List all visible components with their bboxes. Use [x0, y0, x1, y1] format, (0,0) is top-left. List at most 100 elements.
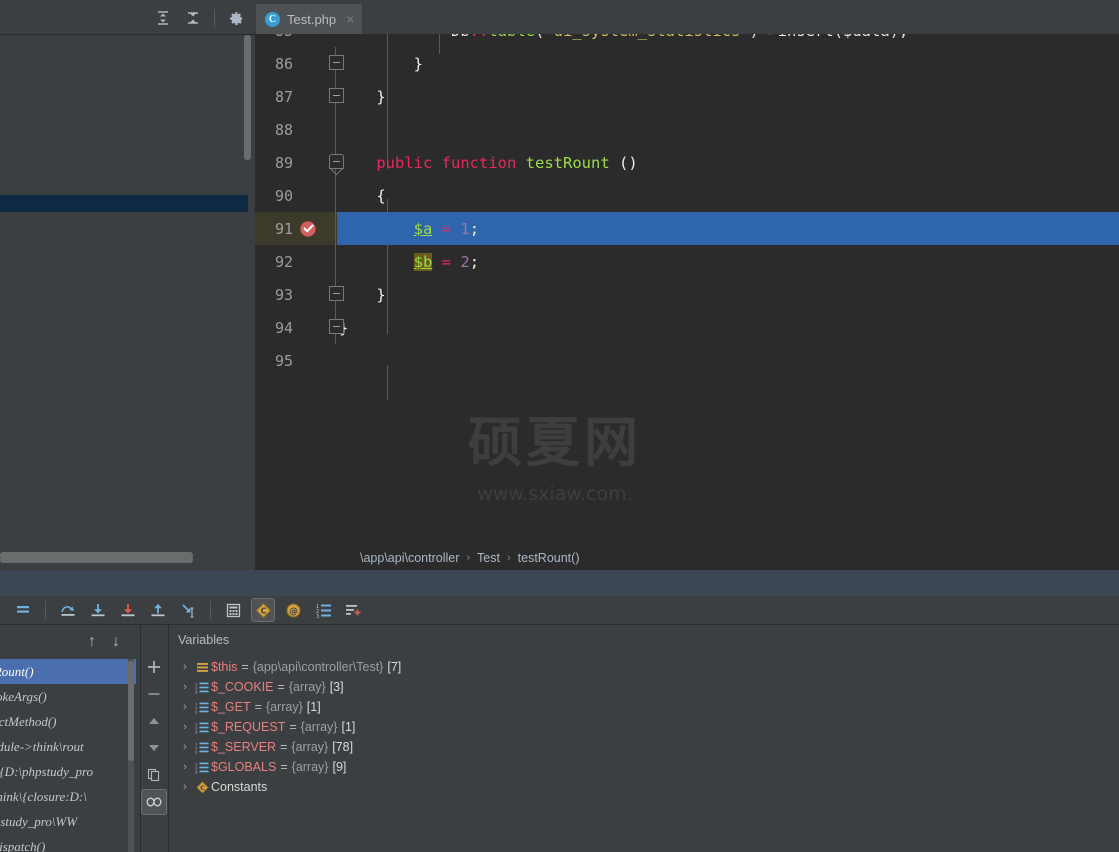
step-over-icon[interactable]: [56, 598, 80, 622]
frame-list-item[interactable]: ware->dispatch(): [0, 834, 136, 852]
editor-horizontal-scrollbar[interactable]: [0, 556, 193, 563]
editor-line[interactable]: 91 $a = 1;: [255, 212, 1119, 245]
close-icon[interactable]: ×: [346, 12, 354, 26]
variables-list[interactable]: › $this = {app\api\controller\Test} [7] › 1 2 3 $…: [169, 655, 1119, 797]
code-fold-toggle[interactable]: [329, 319, 344, 334]
editor-gutter[interactable]: 89: [255, 146, 344, 179]
tab-label: Test.php: [287, 11, 337, 27]
frames-list[interactable]: st->testRount() od->invokeArgs() okeReflec…: [0, 659, 136, 852]
editor-gutter[interactable]: 87: [255, 80, 344, 113]
chevron-right-icon[interactable]: ›: [177, 721, 193, 733]
editor-line[interactable]: 87 }: [255, 80, 1119, 113]
breadcrumb-namespace[interactable]: \app\api\controller: [360, 551, 459, 565]
code-line-text[interactable]: {: [337, 187, 385, 205]
code-line-text[interactable]: }: [337, 88, 385, 106]
code-fold-toggle[interactable]: [329, 286, 344, 301]
chevron-right-icon[interactable]: ›: [177, 661, 193, 673]
editor-line[interactable]: 86 }: [255, 47, 1119, 80]
variable-row[interactable]: › C Constants: [169, 777, 1119, 797]
add-watch-button[interactable]: [141, 654, 167, 680]
collapse-all-icon[interactable]: [180, 5, 206, 31]
breakpoint-icon[interactable]: [299, 219, 318, 238]
variable-count: [7]: [387, 660, 402, 674]
settings-gear-icon[interactable]: [223, 5, 249, 31]
mute-breakpoints-icon[interactable]: @: [281, 598, 305, 622]
tab-test-php[interactable]: C Test.php ×: [256, 4, 363, 34]
chevron-right-icon[interactable]: ›: [177, 781, 193, 793]
code-fold-toggle[interactable]: [329, 55, 344, 70]
frames-scrollbar-thumb[interactable]: [128, 661, 134, 761]
frame-list-item[interactable]: c_array:{D:\phpstudy_pro: [0, 759, 136, 784]
variable-row[interactable]: › 1 2 3 $GLOBALS = {array} [9]: [169, 757, 1119, 777]
editor-gutter[interactable]: 92: [255, 245, 337, 278]
editor-line[interactable]: 88: [255, 113, 1119, 146]
chevron-right-icon[interactable]: ›: [177, 761, 193, 773]
code-fold-toggle[interactable]: [329, 154, 344, 169]
code-line-text[interactable]: public function testRount (): [337, 153, 637, 172]
move-down-button[interactable]: [141, 735, 167, 761]
run-to-cursor-icon[interactable]: [176, 598, 200, 622]
breadcrumb-method[interactable]: testRount(): [518, 551, 580, 565]
frame-list-item[interactable]: :{D:\phpstudy_pro\WW: [0, 809, 136, 834]
editor-line[interactable]: 92 $b = 2;: [255, 245, 1119, 278]
editor-line[interactable]: 89 public function testRount (): [255, 146, 1119, 179]
toolbar-divider: [210, 601, 211, 619]
frame-list-item[interactable]: st->testRount(): [0, 659, 136, 684]
chevron-right-icon[interactable]: ›: [177, 701, 193, 713]
expand-all-icon[interactable]: [150, 5, 176, 31]
step-into-icon[interactable]: [86, 598, 110, 622]
evaluate-expression-icon[interactable]: [221, 598, 245, 622]
code-line-text[interactable]: $a = 1;: [337, 220, 479, 238]
show-execution-point-icon[interactable]: [11, 598, 35, 622]
code-line-text[interactable]: }: [337, 55, 423, 73]
copy-button[interactable]: [141, 762, 167, 788]
breadcrumb-class[interactable]: Test: [477, 551, 500, 565]
inline-watches-button[interactable]: [141, 789, 167, 815]
remove-watch-button[interactable]: [141, 681, 167, 707]
left-panel-selected-row[interactable]: [0, 195, 248, 212]
editor-line[interactable]: 94}: [255, 311, 1119, 344]
frames-down-icon[interactable]: ↓: [104, 630, 128, 654]
frames-up-icon[interactable]: ↑: [80, 630, 104, 654]
code-line-text[interactable]: $b = 2;: [337, 252, 479, 271]
view-breakpoints-icon[interactable]: C: [251, 598, 275, 622]
variable-row[interactable]: › 1 2 3 $_COOKIE = {array} [3]: [169, 677, 1119, 697]
panel-splitter[interactable]: [0, 570, 1119, 596]
chevron-right-icon[interactable]: ›: [177, 741, 193, 753]
code-line-text[interactable]: Db::table('ui_system_statistics')->inser…: [337, 34, 908, 40]
editor-gutter[interactable]: 88: [255, 113, 337, 146]
variable-row[interactable]: › 1 2 3 $_SERVER = {array} [78]: [169, 737, 1119, 757]
settings-list-icon[interactable]: [341, 598, 365, 622]
editor-line[interactable]: 95: [255, 344, 1119, 377]
frame-list-item[interactable]: okeReflectMethod(): [0, 709, 136, 734]
code-token: ): [750, 34, 759, 40]
variable-row[interactable]: › 1 2 3 $_REQUEST = {array} [1]: [169, 717, 1119, 737]
editor-gutter[interactable]: 85: [255, 34, 337, 47]
variable-row[interactable]: › 1 2 3 $_GET = {array} [1]: [169, 697, 1119, 717]
editor-gutter[interactable]: 94: [255, 311, 344, 344]
editor-gutter[interactable]: 91: [255, 212, 337, 245]
left-panel-vertical-scrollbar[interactable]: [244, 35, 251, 160]
editor-line[interactable]: 90 {: [255, 179, 1119, 212]
editor-line[interactable]: 93 }: [255, 278, 1119, 311]
frame-list-item[interactable]: od->invokeArgs(): [0, 684, 136, 709]
chevron-right-icon[interactable]: ›: [177, 681, 193, 693]
editor-line[interactable]: 85 Db::table('ui_system_statistics')->in…: [255, 34, 1119, 47]
code-token: testRount: [525, 153, 610, 172]
frame-list-item[interactable]: ware->think\{closure:D:\: [0, 784, 136, 809]
move-up-button[interactable]: [141, 708, 167, 734]
code-line-text[interactable]: }: [337, 286, 385, 304]
frames-scrollbar[interactable]: [128, 659, 134, 852]
code-fold-toggle[interactable]: [329, 88, 344, 103]
editor-gutter[interactable]: 86: [255, 47, 344, 80]
frame-list-item[interactable]: atch\Module->think\rout: [0, 734, 136, 759]
sort-values-icon[interactable]: 1 2 3: [311, 598, 335, 622]
editor-gutter[interactable]: 95: [255, 344, 337, 377]
variable-row[interactable]: › $this = {app\api\controller\Test} [7]: [169, 657, 1119, 677]
editor-gutter[interactable]: 90: [255, 179, 337, 212]
editor-gutter[interactable]: 93: [255, 278, 344, 311]
code-editor[interactable]: 85 Db::table('ui_system_statistics')->in…: [255, 34, 1119, 546]
force-step-into-icon[interactable]: [116, 598, 140, 622]
step-out-icon[interactable]: [146, 598, 170, 622]
